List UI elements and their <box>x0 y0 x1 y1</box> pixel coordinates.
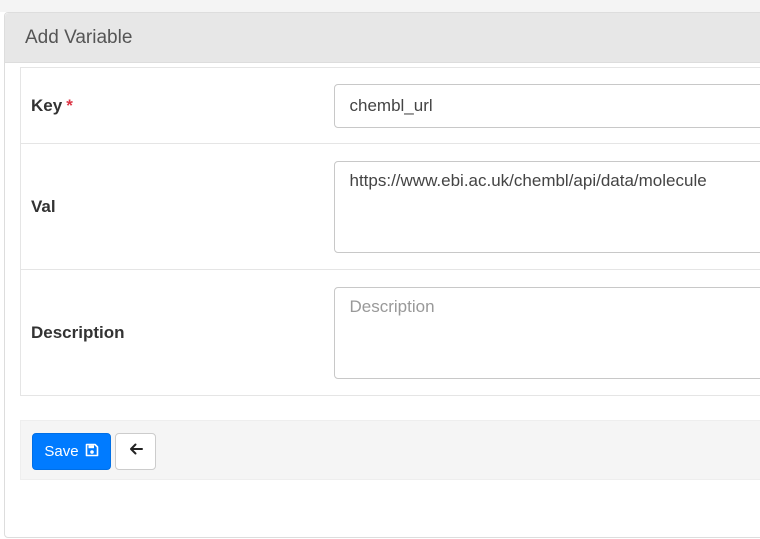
panel-heading: Add Variable <box>5 13 760 63</box>
description-field-cell: Description <box>324 269 760 396</box>
description-label-cell: Description <box>20 269 325 396</box>
form-actions-bar: Save <box>20 420 760 480</box>
key-label: Key <box>31 95 63 115</box>
panel-title: Add Variable <box>25 26 133 48</box>
save-button[interactable]: Save <box>32 433 111 470</box>
val-textarea-value: https://www.ebi.ac.uk/chembl/api/data/mo… <box>349 170 707 190</box>
val-textarea[interactable]: https://www.ebi.ac.uk/chembl/api/data/mo… <box>333 160 760 253</box>
required-asterisk: * <box>66 95 73 115</box>
key-label-cell: Key * <box>20 67 325 144</box>
save-button-label: Save <box>44 443 79 460</box>
description-placeholder: Description <box>349 296 435 316</box>
floppy-disk-icon <box>85 443 99 461</box>
variable-form-table: Key * chembl_url Val https://www.ebi.ac.u… <box>20 67 760 396</box>
key-input-value: chembl_url <box>349 95 433 115</box>
key-input[interactable]: chembl_url <box>333 83 760 128</box>
val-field-cell: https://www.ebi.ac.uk/chembl/api/data/mo… <box>324 143 760 270</box>
back-button[interactable] <box>115 433 156 470</box>
arrow-left-icon <box>129 442 143 461</box>
top-strip <box>0 0 760 12</box>
val-row: Val https://www.ebi.ac.uk/chembl/api/dat… <box>20 143 760 270</box>
val-label-cell: Val <box>20 143 325 270</box>
key-row: Key * chembl_url <box>20 67 760 144</box>
val-label: Val <box>31 196 56 216</box>
description-row: Description Description <box>20 269 760 396</box>
description-label: Description <box>31 322 125 342</box>
description-textarea[interactable]: Description <box>333 286 760 379</box>
key-field-cell: chembl_url <box>324 67 760 144</box>
